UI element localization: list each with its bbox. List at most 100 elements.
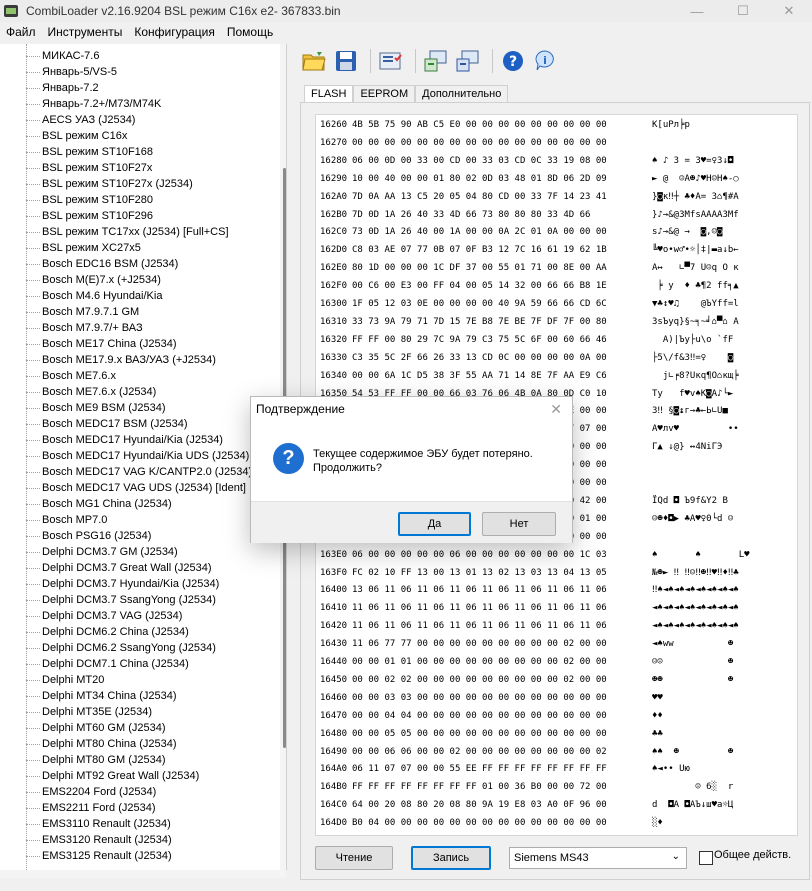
hex-bytes: FF FF 00 80 29 7C 9A 79 C3 75 5C 6F 00 6…: [352, 334, 607, 345]
connect-blue-icon[interactable]: [454, 47, 482, 75]
tree-item-label: Bosch MEDC17 VAG UDS (J2534) [Ident]: [42, 482, 246, 494]
tree-item[interactable]: Delphi DCM3.7 SsangYong (J2534): [26, 592, 216, 608]
minimize-button[interactable]: —: [674, 0, 720, 22]
tree-item[interactable]: Bosch MEDC17 VAG UDS (J2534) [Ident]: [26, 480, 246, 496]
tree-item-label: Bosch MEDC17 Hyundai/Kia (J2534): [42, 434, 223, 446]
tree-item[interactable]: BSL режим ST10F296: [26, 208, 153, 224]
tree-item[interactable]: Delphi MT60 GM (J2534): [26, 720, 166, 736]
tree-item[interactable]: EMS3125 Renault (J2534): [26, 848, 172, 864]
menu-file[interactable]: Файл: [0, 25, 42, 39]
tree-item[interactable]: BSL режим ST10F280: [26, 192, 153, 208]
tree-item-label: Delphi DCM3.7 Great Wall (J2534): [42, 562, 212, 574]
connect-green-icon[interactable]: [422, 47, 450, 75]
hex-row: 16470 00 00 04 04 00 00 00 00 00 00 00 00…: [316, 708, 797, 724]
tree-item-label: Bosch MP7.0: [42, 514, 108, 526]
tree-item[interactable]: AECS УАЗ (J2534): [26, 112, 135, 128]
tree-item[interactable]: Delphi MT34 China (J2534): [26, 688, 177, 704]
tree-item[interactable]: BSL режим XC27x5: [26, 240, 141, 256]
tree-item[interactable]: Bosch MP7.0: [26, 512, 107, 528]
tree-item[interactable]: Delphi DCM3.7 Great Wall (J2534): [26, 560, 212, 576]
tree-item[interactable]: Delphi MT92 Great Wall (J2534): [26, 768, 199, 784]
tree-item[interactable]: Delphi DCM6.2 China (J2534): [26, 624, 189, 640]
ecu-tree[interactable]: МИКАС-7.6 Январь-5/VS-5 Январь-7.2 Январь-7…: [0, 44, 287, 870]
tree-connector: [26, 711, 40, 713]
help-icon[interactable]: ?: [499, 47, 527, 75]
tree-item[interactable]: Bosch M7.9.7/+ ВАЗ: [26, 320, 143, 336]
tree-item[interactable]: Delphi DCM3.7 Hyundai/Kia (J2534): [26, 576, 219, 592]
tree-horizontal-scrollbar[interactable]: [0, 870, 286, 878]
tree-item-label: Bosch ME17 China (J2534): [42, 338, 177, 350]
tree-item[interactable]: Bosch M7.9.7.1 GM: [26, 304, 139, 320]
tree-item[interactable]: Январь-7.2: [26, 80, 99, 96]
tree-item[interactable]: Bosch EDC16 BSM (J2534): [26, 256, 178, 272]
tree-item[interactable]: Delphi DCM3.7 VAG (J2534): [26, 608, 182, 624]
tree-item[interactable]: Delphi MT80 China (J2534): [26, 736, 177, 752]
tree-item-label: Bosch EDC16 BSM (J2534): [42, 258, 179, 270]
tree-item[interactable]: Bosch PSG16 (J2534): [26, 528, 151, 544]
tree-connector: [26, 791, 40, 793]
tree-item[interactable]: EMS3110 Renault (J2534): [26, 816, 171, 832]
tree-item[interactable]: Delphi DCM3.7 GM (J2534): [26, 544, 178, 560]
close-button[interactable]: ✕: [766, 0, 812, 22]
hex-ascii: ░♦: [652, 818, 663, 829]
tree-item[interactable]: BSL режим C16x: [26, 128, 127, 144]
tree-item-label: Январь-7.2+/M73/M74K: [42, 98, 162, 110]
hex-address: 16310: [320, 316, 348, 327]
tree-item[interactable]: Delphi MT80 GM (J2534): [26, 752, 166, 768]
tree-item[interactable]: BSL режим ST10F27x: [26, 160, 152, 176]
write-button[interactable]: Запись: [411, 846, 491, 870]
tree-item[interactable]: EMS2204 Ford (J2534): [26, 784, 156, 800]
tree-item-label: Bosch M7.9.7.1 GM: [42, 306, 140, 318]
tree-item[interactable]: Январь-7.2+/M73/M74K: [26, 96, 161, 112]
tree-item[interactable]: Bosch MG1 China (J2534): [26, 496, 172, 512]
tree-item[interactable]: Delphi MT20: [26, 672, 104, 688]
menu-tools[interactable]: Инструменты: [42, 25, 129, 39]
hex-ascii: ♠ ♠ L♥: [652, 549, 750, 560]
dialog-no-button[interactable]: Нет: [482, 512, 556, 536]
tree-item[interactable]: Bosch ME17.9.x ВАЗ/УАЗ (+J2534): [26, 352, 216, 368]
tree-item[interactable]: Delphi DCM6.2 SsangYong (J2534): [26, 640, 216, 656]
tree-item-label: EMS3120 Renault (J2534): [42, 834, 172, 846]
tree-item[interactable]: Bosch ME7.6.x: [26, 368, 116, 384]
tree-item[interactable]: Январь-5/VS-5: [26, 64, 117, 80]
ecu-type-select[interactable]: Siemens MS43 ⌄: [509, 847, 687, 869]
maximize-button[interactable]: ☐: [720, 0, 766, 22]
menu-config[interactable]: Конфигурация: [128, 25, 221, 39]
dialog-yes-button[interactable]: Да: [398, 512, 471, 536]
tab-eeprom[interactable]: EEPROM: [353, 85, 416, 102]
tree-connector: [26, 375, 40, 377]
menu-help[interactable]: Помощь: [221, 25, 279, 39]
chevron-down-icon: ⌄: [671, 851, 680, 862]
tree-connector: [26, 519, 40, 521]
tree-item[interactable]: Bosch MEDC17 Hyundai/Kia UDS (J2534): [26, 448, 249, 464]
common-action-checkbox[interactable]: [699, 851, 713, 865]
checklist-icon[interactable]: [377, 47, 405, 75]
tree-connector: [26, 231, 40, 233]
tree-item[interactable]: BSL режим ST10F27x (J2534): [26, 176, 193, 192]
tree-item[interactable]: EMS3120 Renault (J2534): [26, 832, 172, 848]
tree-item[interactable]: Bosch ME9 BSM (J2534): [26, 400, 166, 416]
save-disk-icon[interactable]: [332, 47, 360, 75]
tree-item[interactable]: Bosch M4.6 Hyundai/Kia: [26, 288, 162, 304]
hex-ascii: ◄♠◄♠◄♠◄♠◄♠◄♠◄♠◄♠: [652, 603, 739, 614]
dialog-close-button[interactable]: ✕: [550, 401, 562, 418]
tree-item[interactable]: Bosch ME17 China (J2534): [26, 336, 177, 352]
tree-item[interactable]: МИКАС-7.6: [26, 48, 99, 64]
tab-additional[interactable]: Дополнительно: [415, 85, 509, 102]
tree-item[interactable]: Bosch ME7.6.x (J2534): [26, 384, 156, 400]
tree-item[interactable]: EMS2211 Ford (J2534): [26, 800, 156, 816]
read-button[interactable]: Чтение: [315, 846, 393, 870]
hex-ascii: s♪→&@ → ◙,☺◙: [652, 227, 723, 238]
tree-item[interactable]: Bosch MEDC17 VAG K/CANTP2.0 (J2534) [Ide…: [26, 464, 286, 480]
tab-flash[interactable]: FLASH: [304, 85, 354, 102]
tree-item[interactable]: Bosch M(E)7.x (+J2534): [26, 272, 161, 288]
tree-item[interactable]: Bosch MEDC17 BSM (J2534): [26, 416, 188, 432]
tree-item[interactable]: BSL режим ST10F168: [26, 144, 153, 160]
tree-item[interactable]: Bosch MEDC17 Hyundai/Kia (J2534): [26, 432, 223, 448]
tree-item[interactable]: Delphi DCM7.1 China (J2534): [26, 656, 189, 672]
tree-item[interactable]: BSL режим TC17xx (J2534) [Full+CS]: [26, 224, 229, 240]
hex-row: 164B0 FF FF FF FF FF FF FF FF 01 00 36 B0…: [316, 779, 797, 795]
open-folder-icon[interactable]: [300, 47, 328, 75]
info-icon[interactable]: i: [531, 47, 559, 75]
tree-item[interactable]: Delphi MT35E (J2534): [26, 704, 152, 720]
